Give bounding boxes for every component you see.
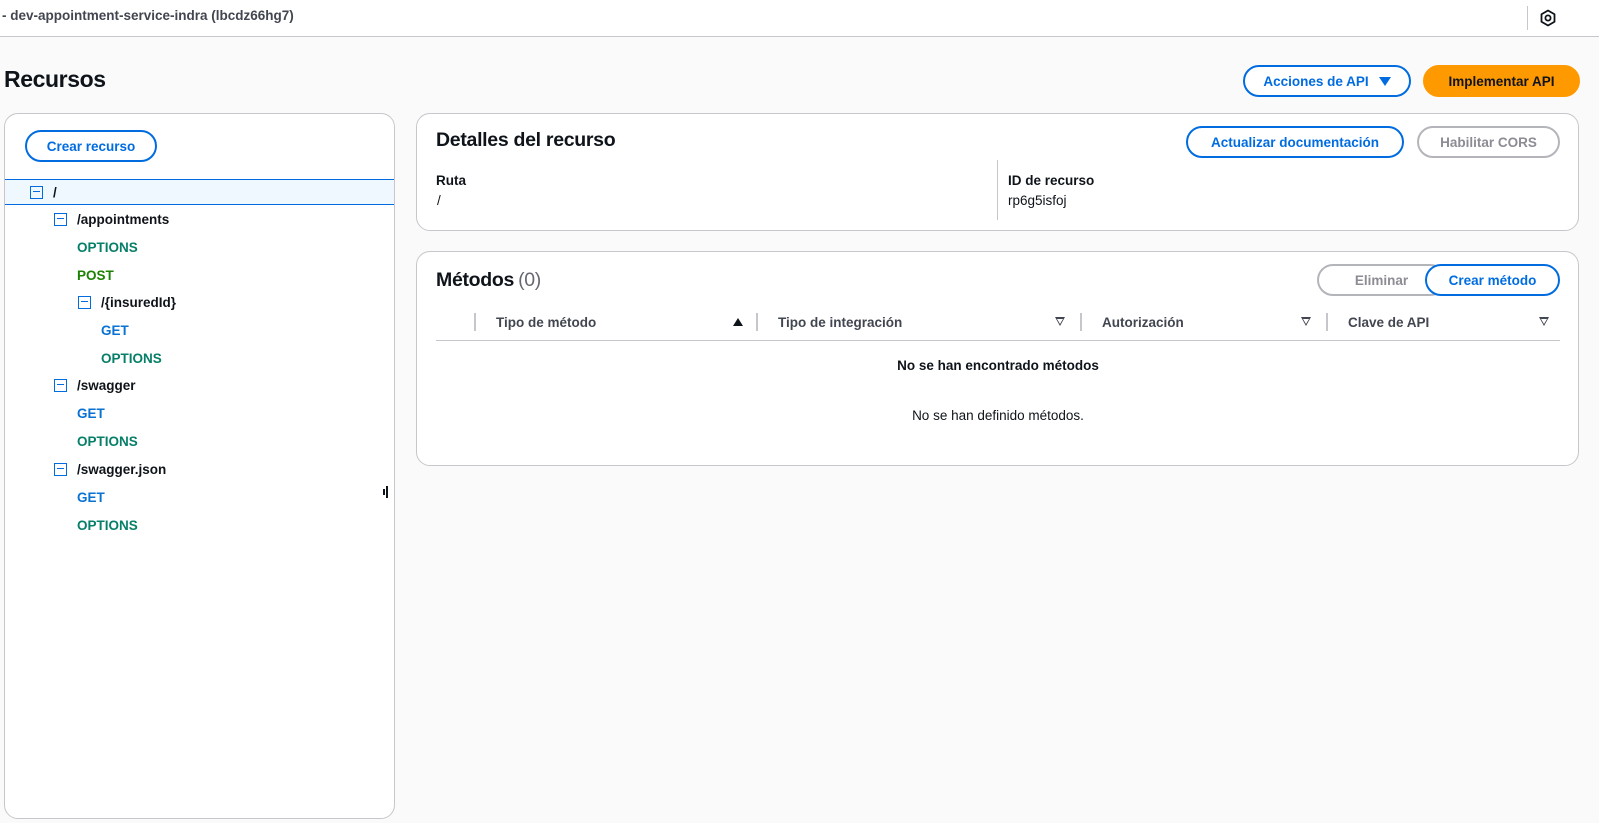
column-separator[interactable] <box>756 313 758 331</box>
collapse-icon[interactable] <box>54 212 67 226</box>
details-divider <box>997 160 998 220</box>
top-bar: - dev-appointment-service-indra (lbcdz66… <box>0 0 1599 37</box>
create-resource-button[interactable]: Crear recurso <box>25 130 157 162</box>
method-label[interactable]: OPTIONS <box>101 351 162 366</box>
resource-label[interactable]: /appointments <box>77 212 169 227</box>
resource-label[interactable]: /{insuredId} <box>101 295 176 310</box>
method-label[interactable]: POST <box>77 268 114 283</box>
table-header-divider <box>436 340 1560 341</box>
tree-method-get[interactable]: GET <box>101 319 129 341</box>
method-label[interactable]: OPTIONS <box>77 518 138 533</box>
tree-method-get[interactable]: GET <box>77 402 105 424</box>
sort-icon[interactable] <box>1055 317 1065 326</box>
column-separator[interactable] <box>1080 313 1082 331</box>
update-documentation-button[interactable]: Actualizar documentación <box>1186 126 1404 158</box>
method-label[interactable]: GET <box>77 490 105 505</box>
methods-title: Métodos (0) <box>436 269 541 292</box>
method-label[interactable]: OPTIONS <box>77 240 138 255</box>
tree-item-root[interactable]: / <box>30 181 57 203</box>
column-header-authorization[interactable]: Autorización <box>1102 312 1184 332</box>
method-label[interactable]: GET <box>77 406 105 421</box>
api-actions-label: Acciones de API <box>1263 73 1369 89</box>
resources-panel: Crear recurso / /appointments OPTIONS PO… <box>4 113 395 819</box>
tree-method-options[interactable]: OPTIONS <box>77 514 138 536</box>
method-label[interactable]: GET <box>101 323 129 338</box>
panel-resize-handle[interactable] <box>382 485 388 499</box>
create-method-button[interactable]: Crear método <box>1425 264 1560 296</box>
enable-cors-button[interactable]: Habilitar CORS <box>1417 126 1560 158</box>
sort-icon[interactable] <box>1539 317 1549 326</box>
resource-label[interactable]: /swagger.json <box>77 462 166 477</box>
resource-label[interactable]: /swagger <box>77 378 136 393</box>
tree-method-options[interactable]: OPTIONS <box>77 236 138 258</box>
collapse-icon[interactable] <box>54 462 67 476</box>
collapse-icon[interactable] <box>30 185 43 199</box>
settings-hex-icon[interactable] <box>1535 5 1561 31</box>
empty-state-description: No se han definido métodos. <box>912 408 1084 423</box>
column-header-integration-type[interactable]: Tipo de integración <box>778 312 902 332</box>
page-title: Recursos <box>4 66 106 92</box>
tree-item-swagger-json[interactable]: /swagger.json <box>54 458 166 480</box>
sort-ascending-icon[interactable] <box>733 318 743 326</box>
collapse-icon[interactable] <box>78 295 91 309</box>
resource-details-title: Detalles del recurso <box>436 129 616 151</box>
topbar-divider <box>1527 6 1528 30</box>
tree-method-get[interactable]: GET <box>77 486 105 508</box>
sort-icon[interactable] <box>1301 317 1311 326</box>
methods-title-text: Métodos <box>436 269 515 291</box>
caret-down-icon <box>1378 76 1391 86</box>
tree-item-swagger[interactable]: /swagger <box>54 374 136 396</box>
path-label: Ruta <box>436 173 466 188</box>
method-label[interactable]: OPTIONS <box>77 434 138 449</box>
resource-id-value: rp6g5isfoj <box>1008 193 1067 208</box>
empty-state-title: No se han encontrado métodos <box>897 358 1099 373</box>
column-separator <box>474 313 476 331</box>
column-separator[interactable] <box>1326 313 1328 331</box>
path-value: / <box>437 193 441 208</box>
collapse-icon[interactable] <box>54 378 67 392</box>
tree-method-options[interactable]: OPTIONS <box>101 347 162 369</box>
column-header-method-type[interactable]: Tipo de método <box>496 312 596 332</box>
resource-id-label: ID de recurso <box>1008 173 1095 188</box>
resource-label[interactable]: / <box>53 185 57 200</box>
tree-item-insuredid[interactable]: /{insuredId} <box>78 291 176 313</box>
tree-item-appointments[interactable]: /appointments <box>54 208 169 230</box>
selected-row-highlight <box>5 179 394 205</box>
api-breadcrumb: - dev-appointment-service-indra (lbcdz66… <box>2 8 294 23</box>
deploy-api-button[interactable]: Implementar API <box>1423 65 1580 97</box>
methods-count: (0) <box>518 269 541 291</box>
column-header-api-key[interactable]: Clave de API <box>1348 312 1429 332</box>
api-actions-dropdown[interactable]: Acciones de API <box>1243 65 1411 97</box>
tree-method-post[interactable]: POST <box>77 264 114 286</box>
tree-method-options[interactable]: OPTIONS <box>77 430 138 452</box>
